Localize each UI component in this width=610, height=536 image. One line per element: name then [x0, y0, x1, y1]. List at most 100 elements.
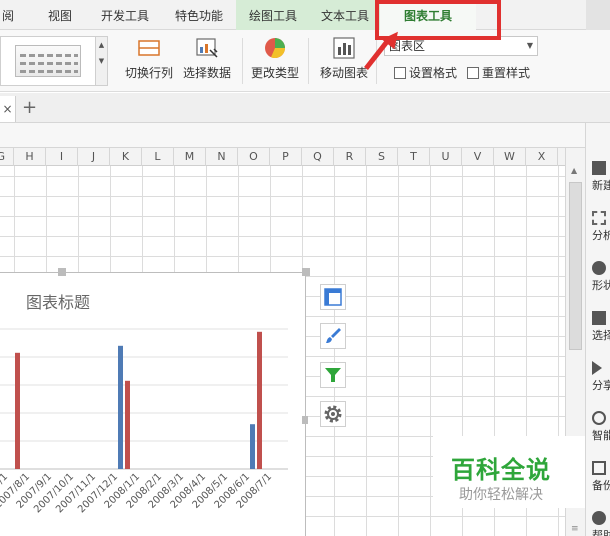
tab-review[interactable]: 阅	[0, 0, 16, 30]
watermark: 百科全说 助你轻松解决	[433, 436, 585, 508]
select-data-button[interactable]: 选择数据	[182, 36, 232, 86]
sidebar-item-label: 备份	[592, 479, 610, 492]
share-icon	[592, 361, 602, 375]
sidebar-item-share[interactable]: 分享	[592, 361, 610, 393]
move-chart-button[interactable]: 移动图表	[318, 36, 370, 86]
select-data-icon	[196, 38, 218, 58]
column-header[interactable]: X	[526, 148, 558, 166]
scroll-up-icon[interactable]: ▲	[571, 166, 577, 175]
column-header[interactable]: R	[334, 148, 366, 166]
new-tab-icon[interactable]: +	[22, 95, 37, 121]
column-header[interactable]: N	[206, 148, 238, 166]
tab-text-tools[interactable]: 文本工具	[310, 0, 380, 30]
reset-style-label: 重置样式	[482, 66, 531, 80]
column-header[interactable]: V	[462, 148, 494, 166]
chart-tools-ribbon: ▲ ▼ 切换行列 选择数据 更改类型 移动图表 图表区 ▼ 设置格式 重置样式	[0, 30, 610, 92]
sidebar-item-label: 新建	[592, 179, 610, 192]
tab-view[interactable]: 视图	[40, 0, 80, 30]
close-tab-icon[interactable]: ×	[0, 96, 16, 122]
sidebar-item-new[interactable]: 新建	[592, 161, 610, 193]
help-icon	[592, 511, 606, 525]
move-chart-label: 移动图表	[319, 66, 368, 80]
tab-drawing-tools[interactable]: 绘图工具	[236, 0, 310, 30]
select-data-label: 选择数据	[182, 66, 231, 80]
new-icon	[592, 161, 606, 175]
watermark-subtitle: 助你轻松解决	[459, 487, 543, 503]
column-header[interactable]: P	[270, 148, 302, 166]
set-format-button[interactable]: 设置格式	[394, 64, 457, 82]
bar-series-1[interactable]	[250, 424, 255, 469]
sidebar-item-shape[interactable]: 形状	[592, 261, 610, 293]
column-header[interactable]: K	[110, 148, 142, 166]
switch-row-column-icon	[138, 40, 160, 56]
sidebar-item-label: 形状	[592, 279, 610, 292]
change-chart-type-label: 更改类型	[250, 66, 299, 80]
bar-series-2[interactable]	[257, 331, 262, 469]
bar-series-2[interactable]	[125, 380, 130, 469]
move-chart-icon	[333, 37, 355, 59]
right-task-sidebar: 新建 分析 形状 选择 分享 智能 备份 帮助	[585, 123, 610, 536]
column-header[interactable]: U	[430, 148, 462, 166]
column-header[interactable]: W	[494, 148, 526, 166]
column-header[interactable]: M	[174, 148, 206, 166]
change-chart-type-button[interactable]: 更改类型	[250, 36, 300, 86]
sidebar-item-help[interactable]: 帮助	[592, 511, 610, 536]
column-header-row: G H I J K L M N O P Q R S T U V W X	[0, 148, 565, 166]
sidebar-item-label: 帮助	[592, 529, 610, 536]
column-header[interactable]: H	[14, 148, 46, 166]
document-tab-bar: × +	[0, 93, 610, 123]
tab-special-features[interactable]: 特色功能	[166, 0, 232, 30]
analyze-icon	[592, 211, 606, 225]
chart-resize-handle-right[interactable]	[302, 416, 308, 424]
filter-icon	[325, 368, 341, 382]
column-header[interactable]: G	[0, 148, 14, 166]
column-header[interactable]: L	[142, 148, 174, 166]
chart-area[interactable]: 图表标题 2007/7/1 2007/8/1 2007/9/1 2007/10/1 20…	[0, 272, 306, 536]
backup-icon	[592, 461, 606, 475]
bar-series-2[interactable]	[15, 352, 20, 469]
scroll-grip-icon[interactable]: ≡	[571, 524, 579, 534]
chart-styles-button[interactable]	[320, 323, 346, 349]
reset-style-button[interactable]: 重置样式	[467, 64, 530, 82]
switch-row-column-label: 切换行列	[124, 66, 173, 80]
column-header[interactable]: S	[366, 148, 398, 166]
sidebar-item-backup[interactable]: 备份	[592, 461, 610, 493]
chart-style-preview	[15, 45, 81, 77]
column-header[interactable]: O	[238, 148, 270, 166]
column-header[interactable]: T	[398, 148, 430, 166]
sidebar-item-analyze[interactable]: 分析	[592, 211, 610, 243]
watermark-title: 百科全说	[451, 456, 551, 484]
lightbulb-icon	[592, 411, 606, 425]
chart-settings-button[interactable]	[320, 401, 346, 427]
tab-developer-tools[interactable]: 开发工具	[92, 0, 158, 30]
gallery-scroll-arrows[interactable]: ▲ ▼	[96, 36, 108, 86]
scrollbar-thumb[interactable]	[569, 182, 582, 350]
spreadsheet-window: 阅 视图 开发工具 特色功能 绘图工具 文本工具 图表工具 ▲ ▼ 切换行列 选…	[0, 0, 610, 536]
select-icon	[592, 311, 606, 325]
menu-tab-bar: 阅 视图 开发工具 特色功能 绘图工具 文本工具 图表工具	[0, 0, 610, 30]
plot-area[interactable]: 2007/7/12007/8/12007/9/12007/10/12007/11…	[0, 273, 306, 536]
column-header[interactable]: J	[78, 148, 110, 166]
shape-icon	[592, 261, 606, 275]
column-header[interactable]: I	[46, 148, 78, 166]
switch-row-column-button[interactable]: 切换行列	[124, 36, 174, 86]
sidebar-item-label: 选择	[592, 329, 610, 342]
format-icon	[394, 67, 406, 79]
sidebar-item-label: 分析	[592, 229, 610, 242]
bar-series-1[interactable]	[118, 345, 123, 469]
sidebar-item-smart[interactable]: 智能	[592, 411, 610, 443]
chart-filter-button[interactable]	[320, 362, 346, 388]
chart-elements-icon	[324, 288, 342, 306]
chart-style-gallery[interactable]	[0, 36, 96, 86]
chart-resize-handle-top-right[interactable]	[302, 268, 310, 276]
sidebar-item-select[interactable]: 选择	[592, 311, 610, 343]
user-avatar[interactable]	[586, 0, 610, 30]
formula-bar	[0, 123, 585, 148]
chart-resize-handle-top[interactable]	[58, 268, 66, 276]
column-header[interactable]: Q	[302, 148, 334, 166]
gear-icon	[324, 405, 342, 423]
chart-elements-button[interactable]	[320, 284, 346, 310]
reset-style-icon	[467, 67, 479, 79]
set-format-label: 设置格式	[409, 66, 458, 80]
chevron-down-icon: ▼	[526, 41, 533, 50]
